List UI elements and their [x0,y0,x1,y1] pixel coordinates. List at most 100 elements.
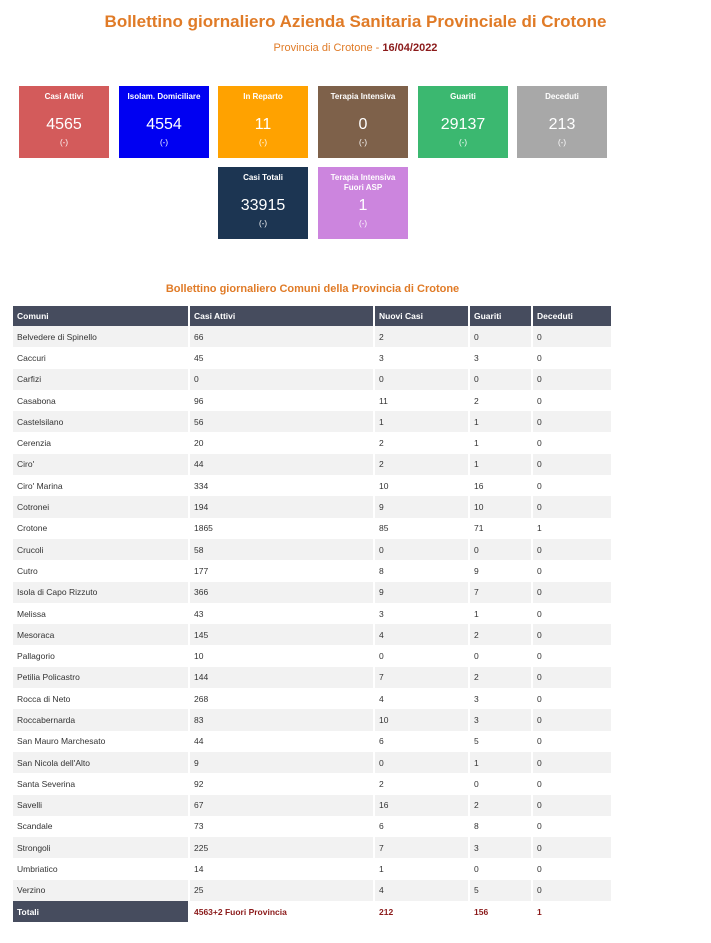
cell-casi-attivi: 1865 [189,517,375,539]
cell-deceduti: 0 [532,368,613,390]
cell-comune: Roccabernarda [13,709,190,731]
table-row: Melissa 43 3 1 0 [13,602,613,625]
cell-nuovi-casi: 16 [374,794,470,816]
cell-nuovi-casi: 7 [374,666,470,689]
page-title: Bollettino giornaliero Azienda Sanitaria… [104,12,607,31]
cell-deceduti: 0 [532,751,613,774]
cell-casi-attivi: 225 [189,837,375,859]
cell-nuovi-casi: 0 [374,645,470,667]
table-row: Pallagorio 10 0 0 0 [13,645,613,667]
table-row: Cotronei 194 9 10 0 [13,496,613,518]
tile-value: 33915 [240,197,286,214]
col-casi-attivi: Casi Attivi [189,306,375,326]
cell-guariti: 0 [469,368,533,390]
cell-nuovi-casi: 6 [374,730,470,752]
cell-nuovi-casi: 0 [374,538,470,561]
cell-casi-attivi: 25 [189,879,375,902]
cell-deceduti: 0 [532,496,613,518]
cell-comune: Carfizi [13,368,190,390]
cell-casi-attivi: 194 [189,496,375,518]
cell-comune: Ciro' Marina [13,475,190,497]
totals-deceduti: 1 [532,901,613,923]
cell-guariti: 3 [469,688,533,710]
cell-deceduti: 0 [532,347,613,369]
cell-nuovi-casi: 9 [374,496,470,518]
table-row: Mesoraca 145 4 2 0 [13,624,613,646]
cell-casi-attivi: 9 [189,751,375,774]
table-header-row: Comuni Casi Attivi Nuovi Casi Guariti De… [13,306,613,326]
tile-label: In Reparto [243,92,283,101]
totals-nuovi-casi: 212 [374,901,470,923]
comuni-table: Comuni Casi Attivi Nuovi Casi Guariti De… [13,306,613,923]
cell-comune: Pallagorio [13,645,190,667]
cell-comune: Isola di Capo Rizzuto [13,581,190,603]
cell-comune: Crotone [13,517,190,539]
cell-guariti: 16 [469,475,533,497]
table-row: Crotone 1865 85 71 1 [13,517,613,539]
cell-comune: Casabona [13,389,190,412]
table-row: Savelli 67 16 2 0 [13,794,613,816]
cell-nuovi-casi: 3 [374,602,470,625]
cell-casi-attivi: 14 [189,858,375,880]
tile-label: Deceduti [545,92,579,101]
table-row: Cerenzia 20 2 1 0 [13,432,613,454]
cell-guariti: 0 [469,538,533,561]
cell-guariti: 1 [469,602,533,625]
tile-value: 29137 [440,116,486,133]
col-nuovi-casi: Nuovi Casi [374,306,470,326]
cell-comune: Umbriatico [13,858,190,880]
cell-nuovi-casi: 3 [374,347,470,369]
cell-guariti: 7 [469,581,533,603]
cell-deceduti: 0 [532,858,613,880]
table-row: Carfizi 0 0 0 0 [13,368,613,390]
tile-value: 11 [254,116,272,133]
table-row: Umbriatico 14 1 0 0 [13,858,613,880]
cell-casi-attivi: 43 [189,602,375,625]
tile-label: Terapia Intensiva [330,92,396,101]
cell-casi-attivi: 268 [189,688,375,710]
totals-casi-attivi: 4563+2 Fuori Provincia [189,901,375,923]
cell-comune: Mesoraca [13,624,190,646]
tile-casi-attivi: Casi Attivi 4565 (-) [19,86,109,158]
table-row: Belvedere di Spinello 66 2 0 0 [13,326,613,348]
cell-guariti: 3 [469,837,533,859]
cell-comune: Santa Severina [13,773,190,795]
tile-value: 4565 [46,116,82,133]
tile-label: Guariti [450,92,476,101]
cell-deceduti: 0 [532,815,613,838]
cell-nuovi-casi: 4 [374,688,470,710]
cell-guariti: 1 [469,432,533,454]
cell-guariti: 2 [469,794,533,816]
cell-comune: Cerenzia [13,432,190,454]
cell-nuovi-casi: 2 [374,453,470,476]
cell-guariti: 71 [469,517,533,539]
cell-nuovi-casi: 1 [374,858,470,880]
table-row: Santa Severina 92 2 0 0 [13,773,613,795]
cell-comune: Verzino [13,879,190,902]
cell-guariti: 0 [469,645,533,667]
cell-nuovi-casi: 10 [374,475,470,497]
cell-casi-attivi: 73 [189,815,375,838]
cell-nuovi-casi: 10 [374,709,470,731]
cell-casi-attivi: 0 [189,368,375,390]
table-row: San Mauro Marchesato 44 6 5 0 [13,730,613,752]
tile-label: Casi Totali [243,173,283,182]
tile-value: 0 [358,116,368,133]
table-row: Caccuri 45 3 3 0 [13,347,613,369]
cell-casi-attivi: 92 [189,773,375,795]
table-row: Verzino 25 4 5 0 [13,879,613,902]
cell-deceduti: 0 [532,560,613,582]
cell-casi-attivi: 10 [189,645,375,667]
cell-comune: Savelli [13,794,190,816]
cell-nuovi-casi: 4 [374,624,470,646]
tile-change: (-) [160,138,168,147]
subtitle-province: Provincia di Crotone - [273,42,383,54]
cell-nuovi-casi: 1 [374,411,470,433]
cell-nuovi-casi: 6 [374,815,470,838]
cell-casi-attivi: 44 [189,453,375,476]
cell-nuovi-casi: 11 [374,389,470,412]
cell-comune: Strongoli [13,837,190,859]
page-subtitle: Provincia di Crotone - 16/04/2022 [0,42,711,54]
cell-deceduti: 0 [532,730,613,752]
cell-guariti: 8 [469,815,533,838]
